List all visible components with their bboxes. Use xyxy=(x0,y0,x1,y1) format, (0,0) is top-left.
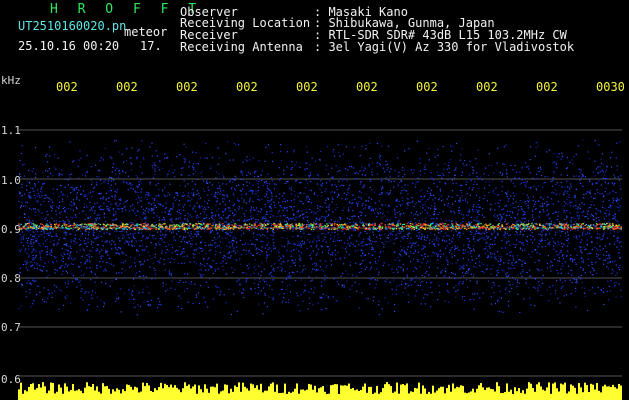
noise-band xyxy=(18,139,622,316)
grid-lines xyxy=(18,129,622,377)
amplitude-bars xyxy=(18,382,622,400)
antenna-value: : 3el Yagi(V) Az 330 for Vladivostok xyxy=(314,40,575,54)
mode-label: meteor xyxy=(124,25,168,39)
antenna-label: Receiving Antenna xyxy=(180,40,303,54)
filename-label: UT2510160020.pn xyxy=(18,19,127,33)
datetime-label: 25.10.16 00:20 xyxy=(18,39,120,53)
spectrogram-plot xyxy=(18,129,622,400)
frame-label: 17. xyxy=(140,39,162,53)
